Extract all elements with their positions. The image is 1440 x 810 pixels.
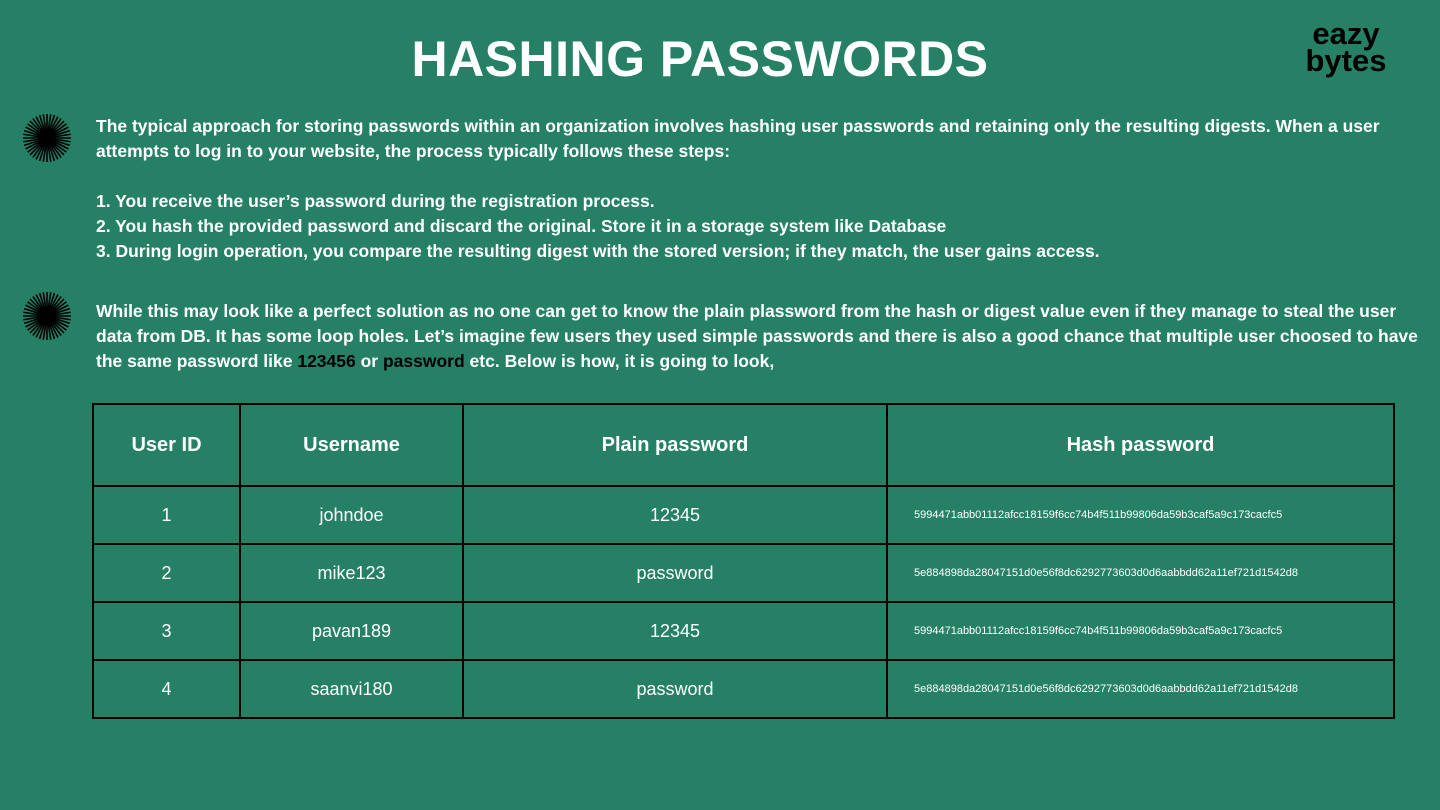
logo-line-2: bytes	[1305, 43, 1387, 78]
table-row: 2 mike123 password 5e884898da28047151d0e…	[92, 543, 1395, 603]
header-plain-password: Plain password	[462, 403, 888, 487]
starburst-icon	[23, 114, 71, 162]
loophole-text: or	[355, 351, 383, 371]
cell-hash-password: 5994471abb01112afcc18159f6cc74b4f511b998…	[886, 601, 1395, 661]
cell-username: johndoe	[239, 485, 464, 545]
header-hash-password: Hash password	[886, 403, 1395, 487]
table-row: 4 saanvi180 password 5e884898da28047151d…	[92, 659, 1395, 719]
cell-hash-password: 5e884898da28047151d0e56f8dc6292773603d0d…	[886, 659, 1395, 719]
cell-plain-password: password	[462, 543, 888, 603]
highlight-password-1: 123456	[297, 351, 356, 371]
table-row: 3 pavan189 12345 5994471abb01112afcc1815…	[92, 601, 1395, 661]
intro-paragraph: The typical approach for storing passwor…	[96, 116, 1380, 161]
highlight-password-2: password	[382, 351, 465, 371]
cell-user-id: 4	[92, 659, 241, 719]
cell-user-id: 1	[92, 485, 241, 545]
step-item: 3. During login operation, you compare t…	[96, 241, 1100, 261]
cell-hash-password: 5e884898da28047151d0e56f8dc6292773603d0d…	[886, 543, 1395, 603]
cell-plain-password: password	[462, 659, 888, 719]
step-item: 1. You receive the user’s password durin…	[96, 191, 655, 211]
page-title: HASHING PASSWORDS	[411, 31, 989, 87]
cell-user-id: 2	[92, 543, 241, 603]
cell-username: mike123	[239, 543, 464, 603]
cell-hash-password: 5994471abb01112afcc18159f6cc74b4f511b998…	[886, 485, 1395, 545]
step-item: 2. You hash the provided password and di…	[96, 216, 947, 236]
cell-user-id: 3	[92, 601, 241, 661]
table-header-row: User ID Username Plain password Hash pas…	[92, 403, 1395, 487]
loophole-paragraph: While this may look like a perfect solut…	[96, 299, 1421, 374]
starburst-icon	[23, 292, 71, 340]
table-row: 1 johndoe 12345 5994471abb01112afcc18159…	[92, 485, 1395, 545]
cell-plain-password: 12345	[462, 601, 888, 661]
password-table: User ID Username Plain password Hash pas…	[92, 403, 1395, 719]
header-username: Username	[239, 403, 464, 487]
loophole-section: While this may look like a perfect solut…	[96, 299, 1421, 374]
cell-username: saanvi180	[239, 659, 464, 719]
eazybytes-logo: eazy bytes	[1298, 18, 1394, 78]
intro-section: The typical approach for storing passwor…	[96, 114, 1421, 264]
loophole-text: etc. Below is how, it is going to look,	[464, 351, 775, 371]
cell-plain-password: 12345	[462, 485, 888, 545]
cell-username: pavan189	[239, 601, 464, 661]
header-user-id: User ID	[92, 403, 241, 487]
